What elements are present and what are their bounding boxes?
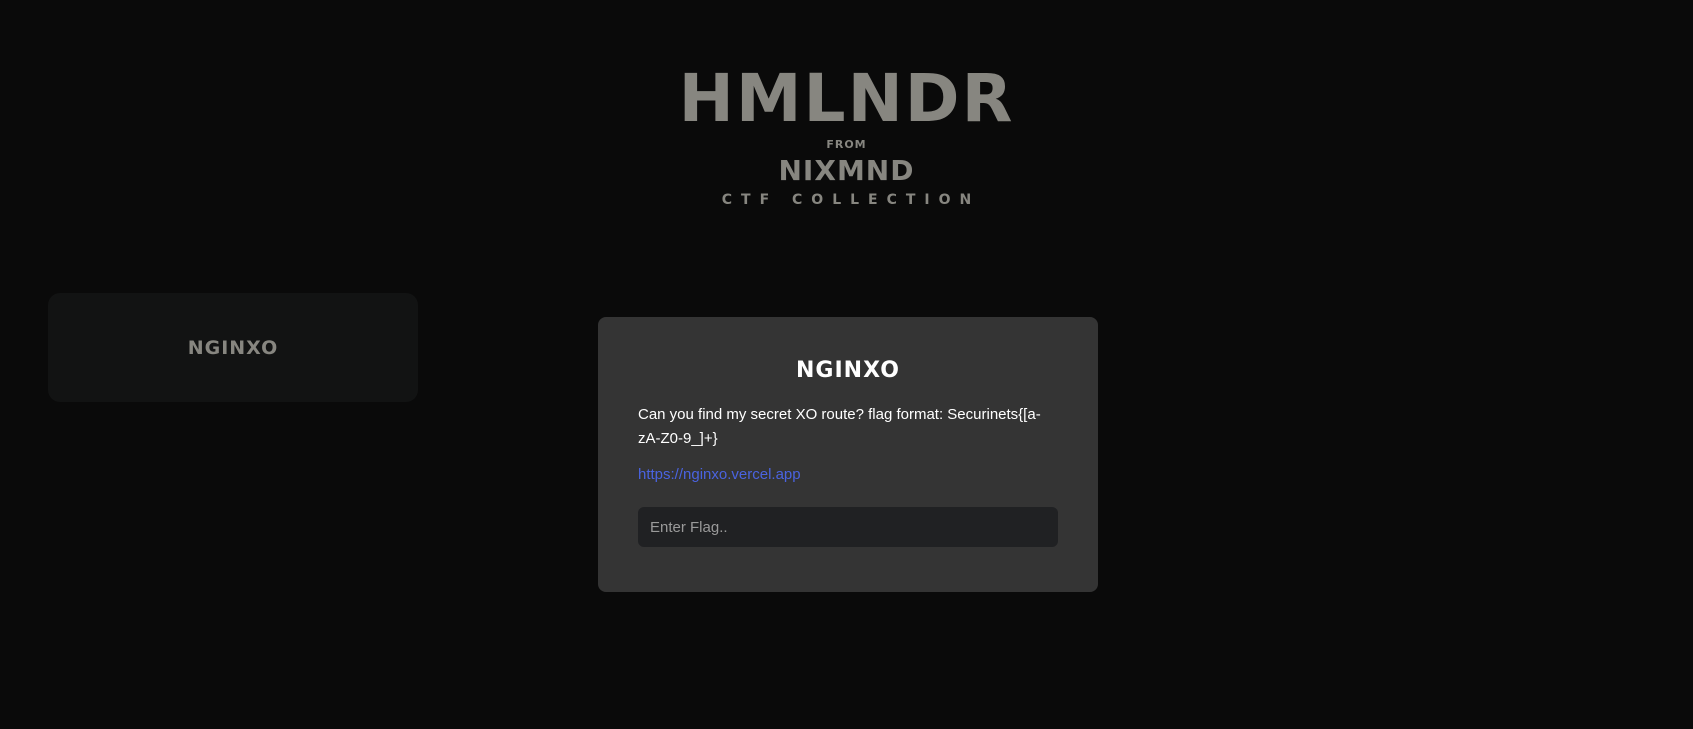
challenge-modal: NGINXO Can you find my secret XO route? … (598, 317, 1098, 592)
challenge-link[interactable]: https://nginxo.vercel.app (638, 466, 1058, 483)
brand-title: HMLNDR (678, 60, 1015, 137)
brand-subtitle: CTF COLLECTION (721, 192, 981, 208)
brand-org-name: NIXMND (778, 154, 915, 187)
modal-title: NGINXO (796, 358, 900, 383)
challenge-card-nginxo[interactable]: NGINXO (48, 293, 418, 402)
flag-input[interactable] (638, 507, 1058, 547)
challenge-description: Can you find my secret XO route? flag fo… (638, 406, 1041, 447)
challenge-card-label: NGINXO (187, 336, 279, 359)
brand-from-label: FROM (826, 138, 867, 151)
page: HMLNDR FROM NIXMND CTF COLLECTION NGINXO… (0, 0, 1693, 729)
